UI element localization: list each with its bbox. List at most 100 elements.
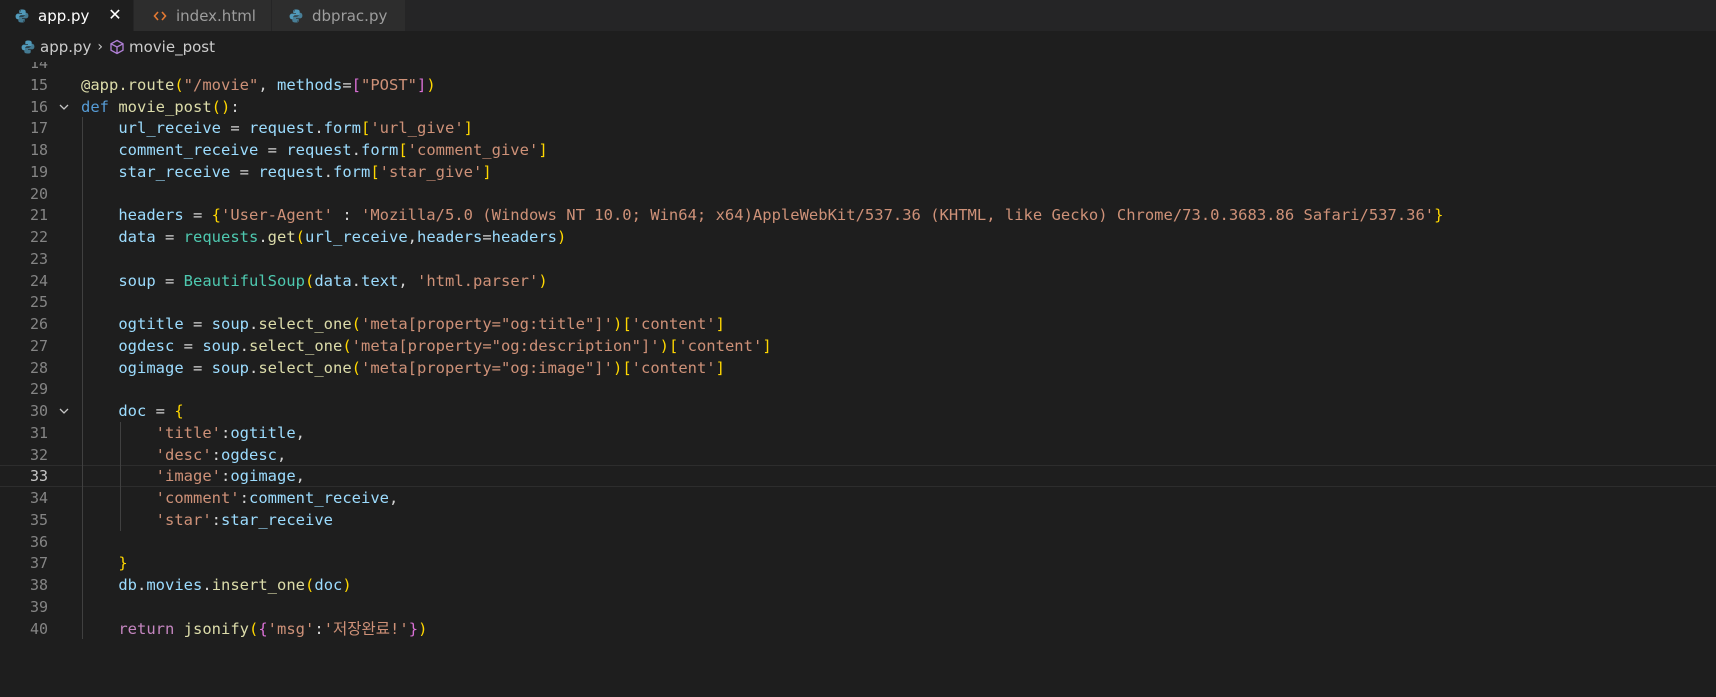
code-token: = — [155, 228, 184, 246]
tab-index-html[interactable]: index.html — [134, 0, 272, 31]
close-icon[interactable]: ✕ — [107, 7, 123, 23]
code-token: methods — [277, 75, 343, 94]
line-number: 33 — [29, 467, 48, 486]
code-token: = — [183, 315, 212, 333]
code-line[interactable]: 35 'star':star_receive — [0, 509, 1716, 531]
code-token: form — [323, 119, 361, 138]
code-line[interactable]: 19 star_receive = request.form['star_giv… — [0, 161, 1716, 183]
tab-dbprac-py[interactable]: dbprac.py — [272, 0, 406, 31]
code-line[interactable]: 18 comment_receive = request.form['comme… — [0, 139, 1716, 161]
code-line[interactable]: 17 url_receive = request.form['url_give'… — [0, 117, 1716, 139]
code-token: ] — [482, 162, 492, 181]
code-token: 'Mozilla/5.0 (Windows NT 10.0; Win64; x6… — [360, 206, 1435, 225]
code-text: ogdesc = soup.select_one('meta[property=… — [81, 335, 771, 357]
code-token: : — [314, 619, 324, 638]
code-token: . — [351, 141, 361, 159]
code-token: . — [137, 576, 147, 594]
code-token: = — [155, 271, 184, 290]
line-number: 30 — [29, 402, 48, 420]
breadcrumb-symbol[interactable]: movie_post — [129, 38, 215, 56]
code-line[interactable]: 14 — [0, 62, 1716, 74]
code-line[interactable]: 31 'title':ogtitle, — [0, 422, 1716, 444]
line-number: 21 — [29, 206, 48, 225]
code-token: = — [342, 75, 352, 94]
code-token: . — [202, 576, 212, 594]
code-text: 'desc':ogdesc, — [81, 444, 287, 466]
code-token: 'desc' — [155, 445, 212, 464]
line-number: 18 — [29, 141, 48, 159]
chevron-down-icon[interactable] — [58, 101, 70, 113]
code-token: . — [248, 315, 259, 333]
code-token: . — [258, 228, 268, 246]
code-line[interactable]: 20 — [0, 183, 1716, 205]
code-line[interactable]: 32 'desc':ogdesc, — [0, 444, 1716, 466]
line-number: 31 — [29, 423, 48, 442]
code-line[interactable]: 38 db.movies.insert_one(doc) — [0, 574, 1716, 596]
code-token: ) — [557, 228, 567, 246]
code-line[interactable]: 21 headers = {'User-Agent' : 'Mozilla/5.… — [0, 204, 1716, 226]
code-line[interactable]: 37 } — [0, 552, 1716, 574]
code-text: 'title':ogtitle, — [81, 422, 305, 444]
code-token: get — [267, 228, 296, 246]
code-line[interactable]: 39 — [0, 596, 1716, 618]
code-token: 'content' — [631, 358, 716, 377]
code-token: soup — [118, 271, 156, 290]
code-line[interactable]: 33 'image':ogimage, — [0, 465, 1716, 488]
code-token: ogimage — [230, 467, 296, 486]
code-line[interactable]: 24 soup = BeautifulSoup(data.text, 'html… — [0, 270, 1716, 292]
code-token: ( — [304, 271, 315, 290]
code-token: 'star' — [155, 510, 212, 529]
code-line[interactable]: 28 ogimage = soup.select_one('meta[prope… — [0, 357, 1716, 379]
code-token: select_one — [249, 336, 343, 355]
line-number: 27 — [29, 336, 48, 355]
code-text: soup = BeautifulSoup(data.text, 'html.pa… — [81, 270, 547, 292]
python-icon — [288, 8, 304, 24]
code-token: . — [248, 358, 259, 377]
code-token: . — [239, 336, 249, 355]
code-token: 'url_give' — [370, 119, 464, 138]
html-icon — [152, 8, 168, 24]
tab-app-py[interactable]: app.py ✕ — [0, 0, 134, 31]
code-line[interactable]: 26 ogtitle = soup.select_one('meta[prope… — [0, 313, 1716, 335]
tab-label: index.html — [176, 6, 256, 25]
code-line[interactable]: 15 @app.route("/movie", methods=["POST"]) — [0, 74, 1716, 96]
code-line[interactable]: 25 — [0, 291, 1716, 313]
code-token: url_receive — [305, 228, 408, 246]
code-line[interactable]: 22 data = requests.get(url_receive,heade… — [0, 226, 1716, 248]
code-token: . — [314, 119, 324, 138]
code-line[interactable]: 23 — [0, 248, 1716, 270]
breadcrumb-file[interactable]: app.py — [40, 38, 91, 56]
code-line[interactable]: 30 doc = { — [0, 400, 1716, 422]
code-token: ogdesc — [118, 336, 175, 355]
code-token: data — [118, 228, 156, 246]
chevron-down-icon[interactable] — [58, 405, 70, 417]
code-line[interactable]: 36 — [0, 531, 1716, 553]
code-token: 'meta[property="og:title"]' — [361, 315, 613, 333]
code-line[interactable]: 40 return jsonify({'msg':'저장완료!'}) — [0, 618, 1716, 640]
code-line[interactable]: 27 ogdesc = soup.select_one('meta[proper… — [0, 335, 1716, 357]
chevron-right-icon: › — [97, 38, 104, 55]
code-editor[interactable]: 14 15 @app.route("/movie", methods=["POST"… — [0, 62, 1716, 697]
code-line[interactable]: 34 'comment':comment_receive, — [0, 487, 1716, 509]
code-token: data — [314, 271, 352, 290]
line-number: 35 — [29, 510, 48, 529]
line-number: 26 — [29, 315, 48, 333]
code-token: . — [351, 271, 361, 290]
code-token: form — [332, 162, 371, 181]
code-token: comment_receive — [249, 489, 389, 507]
code-line[interactable]: 16 def movie_post(): — [0, 96, 1716, 118]
line-number: 39 — [29, 597, 48, 616]
code-token: @app.route — [81, 75, 175, 94]
code-token: 'comment' — [155, 489, 240, 507]
code-token: : — [211, 445, 221, 464]
code-token: headers — [417, 228, 483, 246]
code-line[interactable]: 29 — [0, 378, 1716, 400]
code-token: doc — [118, 402, 147, 420]
